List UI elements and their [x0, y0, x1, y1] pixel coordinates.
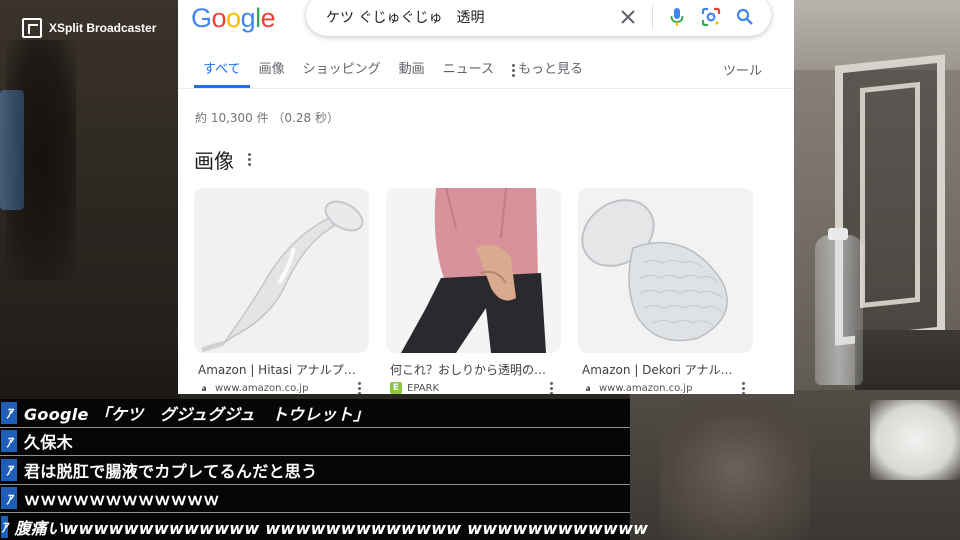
close-icon[interactable]: [618, 7, 638, 27]
tab-shopping[interactable]: ショッピング: [294, 60, 390, 88]
chat-comment: ｱ 腹痛いwwwwwwwwwwwww wwwwwwwwwwwww wwwwwww…: [0, 513, 648, 540]
images-section-heading: 画像: [194, 145, 251, 174]
room-lower-left: [0, 330, 180, 400]
amazon-favicon-icon: a: [585, 383, 591, 393]
image-result-title[interactable]: Amazon | Hitasi アナルプラ...: [194, 361, 359, 378]
tools-button[interactable]: ツール: [723, 60, 762, 79]
commenter-badge-icon: ｱ: [1, 487, 17, 510]
epark-favicon-icon: E: [390, 382, 402, 394]
search-divider: [652, 5, 653, 29]
logo-letter: o: [226, 3, 241, 33]
comment-text: Google 「ケツ グジュグジュ トウレット」: [24, 404, 370, 424]
logo-letter: e: [260, 3, 276, 33]
google-search-window: Google ケツ ぐじゅぐじゅ 透明 すべて 画像 ショッピング 動画 ニュー…: [178, 0, 794, 394]
streamer-blur: [660, 400, 810, 540]
water-bottle: [815, 235, 863, 385]
more-vert-icon[interactable]: [550, 382, 553, 394]
image-result-title[interactable]: Amazon | Dekori アナルディ...: [578, 361, 743, 378]
result-stats: 約 10,300 件 （0.28 秒）: [195, 111, 339, 125]
images-heading-label: 画像: [194, 149, 234, 173]
xsplit-app-name: XSplit Broadcaster: [49, 21, 157, 35]
chat-comment: ｱ ｗｗｗｗｗｗｗｗｗｗｗｗ: [0, 484, 630, 513]
hanging-cloth: [0, 90, 24, 210]
source-domain: www.amazon.co.jp: [215, 382, 309, 394]
more-vert-icon[interactable]: [358, 382, 361, 394]
chat-comment: ｱ 久保木: [0, 427, 630, 456]
source-domain: www.amazon.co.jp: [599, 382, 693, 394]
search-input[interactable]: ケツ ぐじゅぐじゅ 透明: [326, 3, 618, 27]
image-result-card[interactable]: Amazon | Dekori アナルディ... a www.amazon.co…: [578, 188, 753, 394]
xsplit-logo-icon: [22, 18, 42, 38]
image-thumbnail[interactable]: [386, 188, 561, 353]
search-icon[interactable]: [735, 7, 755, 27]
chat-comment: ｱ 君は脱肛で腸液でカプレてるんだと思う: [0, 456, 630, 485]
search-box-actions: [618, 1, 771, 29]
commenter-badge-icon: ｱ: [1, 515, 8, 538]
window-inner-frame: [860, 81, 920, 309]
tab-all[interactable]: すべて: [194, 60, 250, 88]
image-result-title[interactable]: 何これ？おしりから透明の粘...: [386, 361, 551, 378]
image-results: Amazon | Hitasi アナルプラ... a www.amazon.co…: [194, 188, 753, 394]
image-thumbnail[interactable]: [194, 188, 369, 353]
comment-text: 君は脱肛で腸液でカプレてるんだと思う: [24, 461, 318, 481]
lens-icon[interactable]: [701, 7, 721, 27]
search-box[interactable]: ケツ ぐじゅぐじゅ 透明: [306, 0, 771, 36]
tab-news[interactable]: ニュース: [434, 60, 503, 88]
image-result-card[interactable]: Amazon | Hitasi アナルプラ... a www.amazon.co…: [194, 188, 369, 394]
image-result-source[interactable]: E EPARK: [386, 382, 557, 394]
tab-more-label: もっと見る: [517, 62, 583, 77]
logo-letter: g: [240, 3, 256, 33]
image-result-card[interactable]: 何これ？おしりから透明の粘... E EPARK: [386, 188, 561, 394]
glass-object-image: [194, 188, 369, 353]
tab-videos[interactable]: 動画: [390, 60, 434, 88]
image-thumbnail[interactable]: [578, 188, 753, 353]
image-result-source[interactable]: a www.amazon.co.jp: [194, 382, 365, 394]
mic-icon[interactable]: [667, 7, 687, 27]
tab-more[interactable]: もっと見る: [503, 60, 592, 88]
logo-letter: G: [191, 3, 212, 33]
google-logo[interactable]: Google: [191, 3, 276, 34]
source-domain: EPARK: [407, 382, 440, 394]
more-vert-icon: [511, 64, 515, 77]
tabs-divider: [178, 88, 794, 89]
commenter-badge-icon: ｱ: [1, 458, 17, 481]
chat-comment-overlay: ｱ Google 「ケツ グジュグジュ トウレット」 ｱ 久保木 ｱ 君は脱肛で…: [0, 399, 648, 540]
commenter-badge-icon: ｱ: [1, 430, 17, 453]
chat-comment: ｱ Google 「ケツ グジュグジュ トウレット」: [0, 399, 630, 428]
image-result-source[interactable]: a www.amazon.co.jp: [578, 382, 749, 394]
commenter-badge-icon: ｱ: [1, 401, 17, 424]
comment-text: 腹痛いwwwwwwwwwwwww wwwwwwwwwwwww wwwwwwwww…: [14, 518, 649, 538]
logo-letter: o: [211, 3, 227, 33]
white-object: [870, 400, 960, 480]
glass-object-image: [578, 188, 753, 353]
amazon-favicon-icon: a: [201, 383, 207, 393]
comment-text: 久保木: [24, 433, 73, 453]
more-vert-icon[interactable]: [248, 153, 251, 166]
tab-images[interactable]: 画像: [250, 60, 294, 88]
search-tabs: すべて 画像 ショッピング 動画 ニュース もっと見る: [194, 60, 592, 88]
xsplit-watermark: XSplit Broadcaster: [22, 18, 156, 38]
more-vert-icon[interactable]: [742, 382, 745, 394]
comment-text: ｗｗｗｗｗｗｗｗｗｗｗｗ: [24, 490, 220, 510]
person-image: [386, 188, 561, 353]
